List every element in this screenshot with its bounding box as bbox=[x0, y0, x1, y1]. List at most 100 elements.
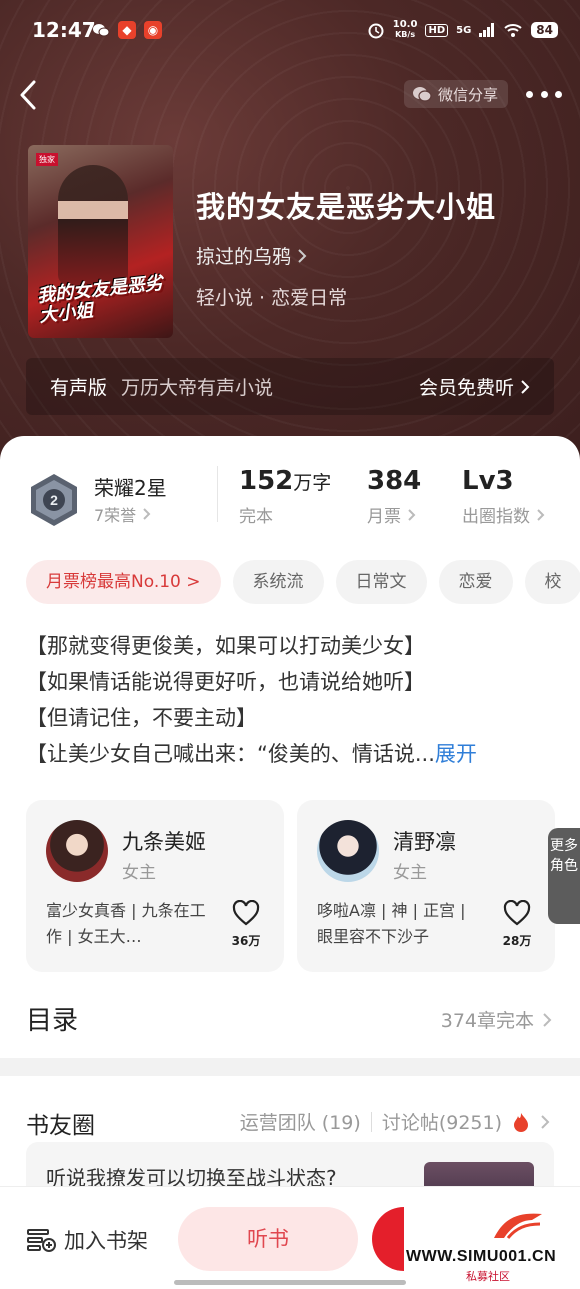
audio-version-bar[interactable]: 有声版 万历大帝有声小说 会员免费听 bbox=[26, 358, 554, 415]
watermark-site: WWW.SIMU001.CN bbox=[406, 1248, 557, 1265]
wechat-icon bbox=[92, 21, 110, 39]
wechat-icon bbox=[412, 87, 432, 102]
discussion-count[interactable]: 讨论帖(9251) bbox=[382, 1108, 502, 1135]
popularity-label: 出圈指数 bbox=[462, 507, 530, 527]
heart-icon bbox=[503, 899, 531, 926]
tag-item[interactable]: 系统流 bbox=[232, 560, 324, 604]
net-speed-unit: KB/s bbox=[395, 30, 416, 39]
honor-medal-icon: 2 bbox=[31, 474, 77, 526]
wifi-icon bbox=[504, 24, 522, 37]
member-free-label: 会员免费听 bbox=[418, 377, 514, 399]
watermark-sub: 私募社区 bbox=[466, 1270, 510, 1283]
chevron-right-icon bbox=[298, 248, 307, 263]
book-detail-card: 2 荣耀2星 7荣誉 152万字 完本 384 月票 Lv3 出圈指数 月票榜最… bbox=[0, 436, 580, 1058]
intro-line: 【但请记住，不要主动】 bbox=[26, 706, 257, 730]
character-like-count: 36万 bbox=[231, 934, 261, 948]
cover-badge: 独家 bbox=[36, 153, 58, 166]
monthly-ticket-value: 384 bbox=[367, 466, 422, 496]
audio-description: 万历大帝有声小说 bbox=[121, 377, 274, 399]
intro-line-last: 【让美少女自己喊出来：“俊美的、情话说...展开 bbox=[26, 736, 556, 772]
status-right: 10.0 KB/s HD 5G 84 bbox=[367, 20, 558, 40]
completion-status: 完本 bbox=[239, 507, 273, 527]
popularity-stat[interactable]: Lv3 出圈指数 bbox=[462, 466, 545, 527]
wechat-share-button[interactable]: 微信分享 bbox=[403, 80, 508, 108]
dot-icon bbox=[540, 90, 548, 98]
svg-text:2: 2 bbox=[50, 492, 58, 508]
add-to-shelf-label: 加入书架 bbox=[64, 1229, 148, 1253]
character-avatar bbox=[46, 820, 108, 882]
alarm-icon bbox=[368, 23, 384, 39]
tag-row: 月票榜最高No.10 > 系统流 日常文 恋爱 校 bbox=[26, 560, 580, 606]
expand-link[interactable]: 展开 bbox=[435, 742, 477, 766]
character-like-count: 28万 bbox=[502, 934, 532, 948]
character-avatar bbox=[317, 820, 379, 882]
watermark: WWW.SIMU001.CN 私募社区 bbox=[404, 1204, 580, 1284]
chevron-right-icon bbox=[521, 379, 530, 394]
signal-bars-icon bbox=[479, 23, 495, 37]
add-to-shelf-button[interactable]: 加入书架 bbox=[26, 1225, 148, 1255]
intro-line: 【如果情话能说得更好听，也请说给她听】 bbox=[26, 670, 425, 694]
circle-meta[interactable]: 运营团队 (19) 讨论帖(9251) bbox=[240, 1108, 550, 1135]
circle-title: 书友圈 bbox=[26, 1113, 95, 1139]
catalog-count-link[interactable]: 374章完本 bbox=[441, 1006, 552, 1033]
honor-count: 7荣誉 bbox=[94, 506, 137, 525]
character-like-button[interactable]: 36万 bbox=[226, 899, 266, 949]
more-characters-button[interactable]: 更多角色 bbox=[548, 828, 580, 924]
popularity-level: Lv3 bbox=[462, 466, 514, 496]
tag-ranking[interactable]: 月票榜最高No.10 > bbox=[26, 560, 221, 604]
net-speed-value: 10.0 bbox=[392, 19, 418, 30]
author-link[interactable]: 掠过的乌鸦 bbox=[196, 242, 496, 269]
fire-icon bbox=[514, 1112, 528, 1132]
book-info: 我的女友是恶劣大小姐 掠过的乌鸦 轻小说 · 恋爱日常 bbox=[196, 184, 496, 310]
character-name: 清野凛 bbox=[393, 830, 456, 854]
book-title: 我的女友是恶劣大小姐 bbox=[196, 190, 497, 224]
network-speed: 10.0 KB/s bbox=[393, 20, 418, 40]
chevron-right-icon bbox=[537, 508, 545, 521]
character-like-button[interactable]: 28万 bbox=[497, 899, 537, 949]
hd-badge: HD bbox=[425, 23, 449, 37]
back-button[interactable] bbox=[16, 78, 42, 112]
character-role: 女主 bbox=[393, 863, 427, 883]
divider bbox=[370, 1111, 372, 1132]
chevron-right-icon bbox=[143, 508, 151, 520]
intro-line: 【那就变得更俊美，如果可以打动美少女】 bbox=[26, 634, 425, 658]
divider bbox=[217, 466, 218, 522]
character-role: 女主 bbox=[122, 863, 156, 883]
cover-title: 我的女友是恶劣大小姐 bbox=[36, 272, 164, 327]
chevron-right-icon bbox=[543, 1012, 552, 1027]
character-description: 哆啦A凛 | 神 | 正宫 | 眼里容不下沙子 bbox=[317, 901, 466, 946]
character-card[interactable]: 清野凛 女主 哆啦A凛 | 神 | 正宫 | 眼里容不下沙子 28万 bbox=[297, 800, 555, 972]
catalog-title: 目录 bbox=[26, 1006, 79, 1036]
app-notification-icon-2: ◉ bbox=[144, 21, 162, 39]
status-time: 12:47 bbox=[32, 18, 96, 42]
intro-line: 【让美少女自己喊出来：“俊美的、情话说... bbox=[26, 742, 435, 766]
top-nav: 微信分享 bbox=[0, 76, 580, 116]
home-indicator[interactable] bbox=[174, 1280, 406, 1285]
cover-illustration bbox=[58, 165, 128, 285]
ops-team-link[interactable]: 运营团队 (19) bbox=[240, 1108, 361, 1135]
tag-item[interactable]: 恋爱 bbox=[438, 560, 513, 604]
catalog-row[interactable]: 目录 374章完本 bbox=[0, 996, 580, 1058]
tag-item[interactable]: 校 bbox=[524, 560, 580, 604]
dot-icon bbox=[526, 90, 533, 98]
character-card[interactable]: 九条美姬 女主 富少女真香 | 九条在工作 | 女王大… 36万 bbox=[26, 800, 284, 972]
book-intro[interactable]: 【那就变得更俊美，如果可以打动美少女】 【如果情话能说得更好听，也请说给她听】 … bbox=[26, 628, 556, 772]
chevron-right-icon bbox=[541, 1114, 550, 1129]
app-notification-icon: ◆ bbox=[118, 21, 136, 39]
member-free-listen[interactable]: 会员免费听 bbox=[419, 373, 530, 400]
heart-icon bbox=[232, 899, 260, 926]
audio-label: 有声版 bbox=[50, 377, 108, 399]
tag-item[interactable]: 日常文 bbox=[335, 560, 427, 604]
signal-label: 5G bbox=[456, 24, 472, 36]
character-list: 九条美姬 女主 富少女真香 | 九条在工作 | 女王大… 36万 清野凛 女主 … bbox=[26, 800, 580, 972]
book-cover[interactable]: 独家 我的女友是恶劣大小姐 bbox=[28, 145, 173, 338]
word-count-unit: 万字 bbox=[293, 472, 332, 494]
listen-button[interactable]: 听书 bbox=[178, 1207, 358, 1271]
monthly-ticket-stat[interactable]: 384 月票 bbox=[367, 466, 421, 527]
share-label: 微信分享 bbox=[437, 85, 498, 104]
back-arrow-icon bbox=[20, 80, 36, 110]
honor-count-link[interactable]: 7荣誉 bbox=[94, 502, 151, 526]
battery-level: 84 bbox=[531, 22, 558, 38]
book-genre: 轻小说 · 恋爱日常 bbox=[196, 287, 348, 309]
more-options-button[interactable] bbox=[526, 82, 562, 106]
